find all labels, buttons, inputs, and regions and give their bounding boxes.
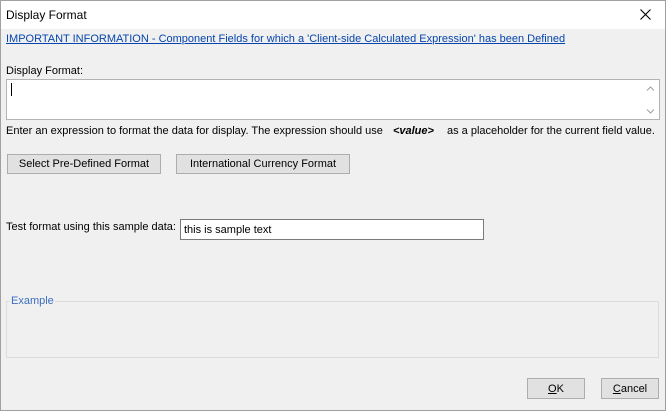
display-format-dialog: Display Format IMPORTANT INFORMATION - C… [0,0,666,411]
title-bar: Display Format [1,1,665,29]
close-button[interactable] [627,1,665,29]
example-legend: Example [10,295,55,307]
cancel-button[interactable]: Cancel [601,378,659,399]
ok-label-rest: K [556,382,564,395]
cancel-label-rest: ancel [620,382,648,395]
text-caret [11,83,12,96]
select-predefined-format-button[interactable]: Select Pre-Defined Format [7,154,161,174]
scroll-up-icon[interactable] [646,84,655,93]
display-format-label: Display Format: [6,65,84,77]
close-icon [640,9,651,20]
ok-mnemonic: O [548,382,557,395]
expression-hint: Enter an expression to format the data f… [6,125,655,137]
display-format-scrollbar[interactable] [642,80,659,119]
example-group: Example [6,295,659,358]
important-information-link[interactable]: IMPORTANT INFORMATION - Component Fields… [6,33,565,45]
sample-data-label: Test format using this sample data: [6,221,176,233]
hint-text-after: as a placeholder for the current field v… [446,125,655,137]
scroll-down-icon[interactable] [646,107,655,116]
ok-button[interactable]: OK [527,378,585,399]
value-placeholder-token: <value> [392,125,434,137]
cancel-mnemonic: C [612,382,621,395]
sample-data-input[interactable] [180,219,484,240]
hint-text-before: Enter an expression to format the data f… [6,125,383,137]
dialog-title: Display Format [6,8,87,22]
international-currency-format-button[interactable]: International Currency Format [176,154,350,174]
display-format-field-container [6,79,660,120]
display-format-input[interactable] [7,80,641,119]
